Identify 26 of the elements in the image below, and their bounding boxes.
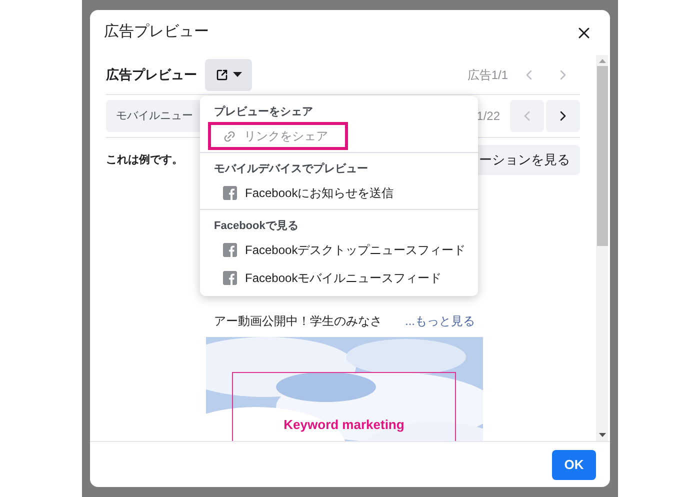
dialog-title: 広告プレビュー: [104, 22, 209, 42]
scrollbar-thumb[interactable]: [596, 66, 608, 246]
caret-icon: [232, 72, 242, 77]
facebook-icon: [223, 271, 237, 285]
see-more-link[interactable]: ...もっと見る: [404, 312, 475, 330]
menu-heading: プレビューをシェア: [213, 104, 314, 120]
placement-counter: 1/22: [476, 108, 500, 125]
menu-item[interactable]: Facebookにお知らせを送信: [208, 179, 470, 207]
facebook-icon: [223, 186, 237, 200]
menu-item[interactable]: Facebookデスクトップニュースフィード: [208, 236, 470, 264]
external-link-icon: [216, 68, 228, 80]
example-note: これは例です。: [106, 152, 183, 168]
scroll-down-icon: [598, 433, 606, 437]
ad-text: アー動画公開中！学生のみなさ: [214, 313, 382, 330]
scroll-up-icon: [598, 59, 606, 63]
ad-counter: 広告1/1: [467, 66, 508, 84]
menu-heading: モバイルデバイスでプレビュー: [213, 162, 369, 177]
scrollbar[interactable]: [596, 55, 608, 441]
menu-heading: Facebookで見る: [213, 219, 300, 234]
toolbar-label: 広告プレビュー: [106, 66, 197, 84]
menu-item[interactable]: Facebookモバイルニュースフィード: [208, 264, 470, 292]
next-button[interactable]: [546, 100, 580, 132]
share-dropdown-button[interactable]: [205, 58, 252, 90]
ad-headline: Keyword marketing: [284, 416, 404, 433]
ok-button[interactable]: OK: [552, 450, 596, 480]
facebook-icon: [223, 243, 237, 257]
